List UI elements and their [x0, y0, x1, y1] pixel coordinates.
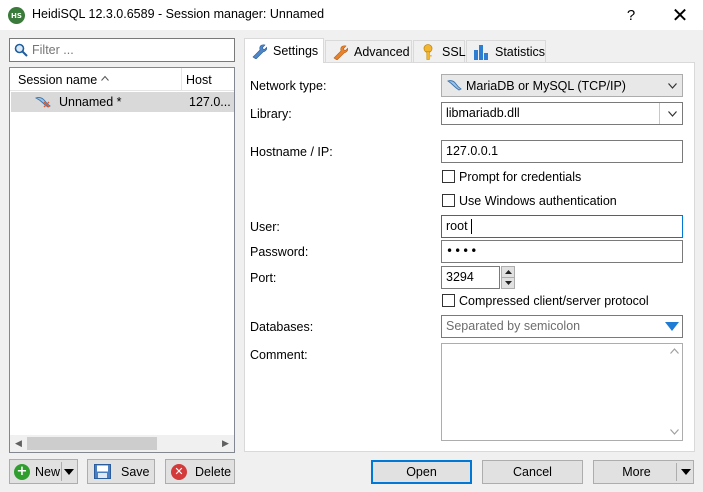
tab-statistics[interactable]: Statistics: [466, 40, 546, 62]
search-icon: [14, 43, 28, 57]
databases-input[interactable]: Separated by semicolon: [441, 315, 683, 338]
split-separator: [61, 462, 62, 481]
vertical-scrollbar[interactable]: [667, 344, 682, 440]
list-header: Session name Host: [10, 68, 234, 91]
network-type-select[interactable]: MariaDB or MySQL (TCP/IP): [441, 74, 683, 97]
scroll-thumb[interactable]: [27, 437, 157, 450]
bar-chart-icon: [474, 44, 488, 60]
compressed-protocol-label[interactable]: Compressed client/server protocol: [459, 294, 649, 308]
scroll-up-icon[interactable]: [670, 348, 679, 354]
hostname-value: 127.0.0.1: [446, 144, 499, 158]
library-value: libmariadb.dll: [446, 106, 520, 120]
more-button-label: More: [622, 465, 651, 479]
save-button-label: Save: [121, 464, 150, 479]
session-list[interactable]: Session name Host Unnamed * 127.0... ◀ ▶: [9, 67, 235, 453]
tab-settings-label: Settings: [273, 44, 319, 58]
port-stepper[interactable]: [501, 266, 515, 289]
dolphin-icon: [447, 80, 462, 91]
title-bar: HS HeidiSQL 12.3.0.6589 - Session manage…: [0, 0, 703, 30]
prompt-credentials-label[interactable]: Prompt for credentials: [459, 170, 581, 184]
comment-textarea[interactable]: [441, 343, 683, 441]
port-value: 3294: [446, 270, 474, 284]
scroll-left-icon[interactable]: ◀: [10, 435, 27, 452]
sort-ascending-icon: [101, 75, 109, 81]
open-button[interactable]: Open: [371, 460, 472, 484]
password-value: ••••: [446, 244, 479, 258]
delete-icon: ✕: [171, 463, 187, 480]
new-button[interactable]: + New: [9, 459, 78, 484]
scroll-down-icon[interactable]: [670, 429, 679, 435]
windows-auth-label[interactable]: Use Windows authentication: [459, 194, 617, 208]
select-divider: [659, 103, 660, 124]
chevron-down-icon: [668, 111, 677, 117]
horizontal-scrollbar[interactable]: ◀ ▶: [10, 435, 234, 452]
column-header-host[interactable]: Host: [186, 73, 212, 87]
password-input[interactable]: ••••: [441, 240, 683, 263]
dropdown-arrow-icon[interactable]: [665, 322, 679, 331]
filter-input[interactable]: [32, 41, 228, 59]
user-label: User:: [250, 220, 280, 234]
cancel-button-label: Cancel: [513, 465, 552, 479]
port-input[interactable]: 3294: [441, 266, 500, 289]
plus-icon: +: [14, 463, 30, 480]
prompt-credentials-checkbox[interactable]: [442, 170, 455, 183]
key-icon: [423, 43, 433, 60]
stepper-up-icon[interactable]: [502, 267, 514, 277]
filter-box: [9, 38, 235, 62]
network-type-value: MariaDB or MySQL (TCP/IP): [466, 79, 626, 93]
delete-button[interactable]: ✕ Delete: [165, 459, 235, 484]
session-row[interactable]: Unnamed * 127.0...: [11, 92, 234, 112]
databases-label: Databases:: [250, 320, 314, 334]
hostname-label: Hostname / IP:: [250, 145, 333, 159]
windows-auth-checkbox[interactable]: [442, 194, 455, 207]
chevron-down-icon[interactable]: [681, 469, 691, 475]
help-button[interactable]: ?: [616, 2, 646, 28]
more-button[interactable]: More: [593, 460, 694, 484]
tab-advanced-label: Advanced: [354, 44, 410, 59]
network-type-label: Network type:: [250, 79, 327, 93]
cancel-button[interactable]: Cancel: [482, 460, 583, 484]
delete-button-label: Delete: [195, 464, 232, 479]
databases-placeholder: Separated by semicolon: [446, 319, 581, 333]
chevron-down-icon[interactable]: [64, 469, 74, 475]
open-button-label: Open: [406, 465, 437, 479]
app-logo-icon: HS: [8, 7, 25, 24]
save-button[interactable]: Save: [87, 459, 155, 484]
password-label: Password:: [250, 245, 309, 259]
column-separator[interactable]: [181, 68, 182, 90]
user-value: root: [446, 219, 468, 233]
compressed-protocol-checkbox[interactable]: [442, 294, 455, 307]
hostname-input[interactable]: 127.0.0.1: [441, 140, 683, 163]
save-icon: [94, 464, 111, 479]
library-select[interactable]: libmariadb.dll: [441, 102, 683, 125]
text-cursor: [471, 219, 472, 234]
stepper-down-icon[interactable]: [502, 278, 514, 288]
tab-advanced[interactable]: Advanced: [325, 40, 412, 62]
window-title: HeidiSQL 12.3.0.6589 - Session manager: …: [32, 7, 325, 21]
port-label: Port:: [250, 271, 277, 285]
user-input[interactable]: root: [441, 215, 683, 238]
tab-settings[interactable]: Settings: [244, 38, 324, 63]
tab-statistics-label: Statistics: [495, 44, 546, 59]
library-label: Library:: [250, 107, 292, 121]
wrench-icon: [252, 44, 267, 59]
close-button[interactable]: ✕: [660, 2, 700, 28]
scroll-right-icon[interactable]: ▶: [217, 435, 234, 452]
dolphin-icon: [35, 96, 51, 108]
new-button-label: New: [35, 464, 61, 479]
comment-label: Comment:: [250, 348, 308, 362]
chevron-down-icon: [668, 83, 677, 89]
session-host: 127.0...: [189, 95, 231, 109]
session-name: Unnamed *: [59, 95, 122, 109]
tab-ssl[interactable]: SSL: [413, 40, 466, 62]
split-separator: [676, 463, 677, 481]
wrench-orange-icon: [333, 44, 348, 60]
tab-ssl-label: SSL: [442, 44, 466, 59]
column-header-session-name[interactable]: Session name: [18, 73, 97, 87]
